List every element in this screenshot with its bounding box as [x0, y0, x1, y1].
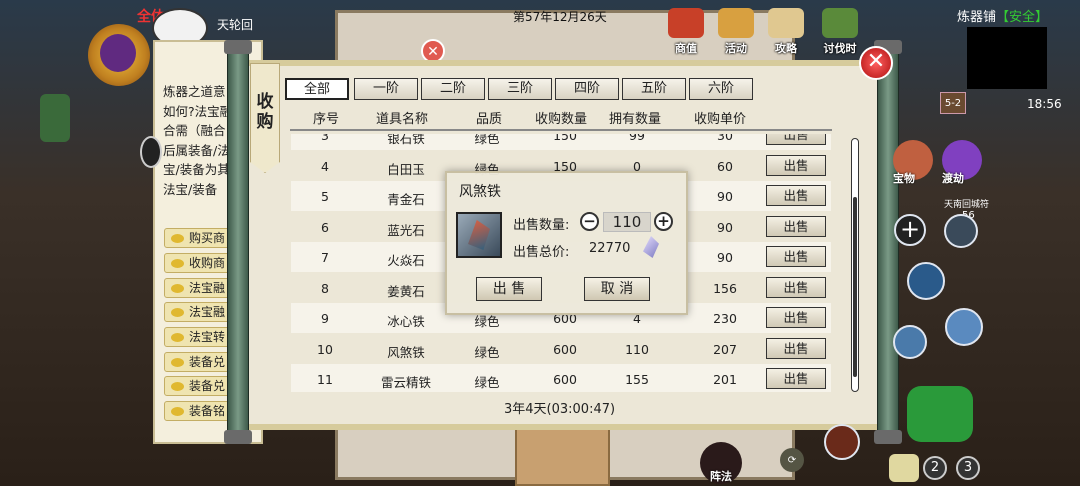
- tab-tier-1[interactable]: 一阶: [354, 78, 418, 100]
- treasure-label: 宝物: [893, 172, 915, 185]
- table-row: 10 风煞铁 绿色 600 110 207 出售: [291, 334, 831, 364]
- quantity-stepper[interactable]: 110: [603, 212, 651, 232]
- dialog-option-button[interactable]: 装备铭: [164, 401, 234, 421]
- tab-tier-4[interactable]: 四阶: [555, 78, 619, 100]
- minimap[interactable]: [967, 27, 1047, 89]
- activity-icon[interactable]: 活动: [712, 8, 760, 56]
- sell-item-name: 风煞铁: [459, 184, 501, 200]
- add-skill-button[interactable]: +: [894, 214, 926, 246]
- scroll-item-icon[interactable]: [889, 454, 919, 482]
- rod-cap: [224, 40, 252, 54]
- map-position: 5-2: [940, 92, 966, 114]
- dialog-option-button[interactable]: 法宝转: [164, 327, 234, 347]
- sell-button[interactable]: 出售: [766, 185, 826, 206]
- tab-tier-3[interactable]: 三阶: [488, 78, 552, 100]
- guide-icon[interactable]: 攻略: [762, 8, 810, 56]
- dialog-option-button[interactable]: 法宝融: [164, 302, 234, 322]
- scroll-rod-left: [227, 46, 249, 436]
- tab-all[interactable]: 全部: [285, 78, 349, 100]
- skill-icon[interactable]: [945, 308, 983, 346]
- confirm-sell-button[interactable]: 出 售: [476, 277, 542, 301]
- column-header: 拥有数量: [609, 112, 662, 127]
- tab-tier-5[interactable]: 五阶: [622, 78, 686, 100]
- close-icon[interactable]: ✕: [859, 46, 893, 80]
- skill-icon[interactable]: [907, 262, 945, 300]
- tab-tier-6[interactable]: 六阶: [689, 78, 753, 100]
- dialog-option-button[interactable]: 装备兑: [164, 352, 234, 372]
- tab-tier-2[interactable]: 二阶: [421, 78, 485, 100]
- sell-button[interactable]: 出售: [766, 216, 826, 237]
- formation-label: 阵法: [710, 470, 732, 483]
- table-row: 11 雷云精铁 绿色 600 155 201 出售: [291, 364, 831, 392]
- skill-slot-3[interactable]: 3: [956, 456, 980, 480]
- rod-cap: [224, 430, 252, 444]
- dialog-option-button[interactable]: 购买商: [164, 228, 234, 248]
- scroll-rod-right: [877, 46, 899, 436]
- shop-banner-label: 收购: [256, 92, 274, 132]
- refresh-timer: 3年4天(03:00:47): [504, 402, 616, 417]
- location-title: 炼器铺【安全】: [957, 10, 1049, 25]
- skill-slot-2[interactable]: 2: [923, 456, 947, 480]
- rod-cap: [874, 430, 902, 444]
- column-header: 道具名称: [376, 112, 429, 127]
- main-attack-icon[interactable]: [907, 386, 973, 442]
- sell-total-value: 22770: [589, 241, 631, 256]
- column-header: 收购单价: [694, 112, 747, 127]
- table-row: 3 银石铁 绿色 150 99 30 出售: [291, 134, 831, 150]
- return-talisman-label: 天南回城符: [944, 200, 990, 210]
- table-scrollbar[interactable]: [851, 138, 859, 392]
- sell-button[interactable]: 出售: [766, 338, 826, 359]
- npc-name: 天轮回: [217, 18, 254, 32]
- minus-button[interactable]: −: [580, 212, 599, 231]
- crusade-icon[interactable]: 讨伐时: [816, 8, 864, 56]
- return-talisman-icon[interactable]: [944, 214, 978, 248]
- safe-status: 【安全】: [996, 10, 1049, 25]
- column-header: 收购数量: [535, 112, 588, 127]
- header-divider: [290, 129, 832, 131]
- sell-total-label: 出售总价:: [513, 245, 570, 260]
- sell-qty-label: 出售数量:: [513, 218, 570, 233]
- npc-dialog-text: 炼器之道意如何?法宝融合需（融合后属装备/法宝/装备为其法宝/装备: [163, 84, 233, 197]
- cancel-button[interactable]: 取 消: [584, 277, 650, 301]
- clock: 18:56: [1027, 97, 1062, 111]
- sell-button[interactable]: 出售: [766, 155, 826, 176]
- side-toggle-icon[interactable]: [140, 136, 162, 168]
- dialog-option-button[interactable]: 收购商: [164, 253, 234, 273]
- player-portrait: [100, 34, 136, 72]
- sell-button[interactable]: 出售: [766, 368, 826, 389]
- sell-button[interactable]: 出售: [766, 277, 826, 298]
- column-header: 序号: [313, 112, 340, 127]
- column-header: 品质: [476, 112, 503, 127]
- tribulation-label: 渡劫: [942, 172, 964, 185]
- fire-skill-icon[interactable]: [824, 424, 860, 460]
- skill-icon[interactable]: [893, 325, 927, 359]
- sell-button[interactable]: 出售: [766, 246, 826, 267]
- item-icon: [456, 212, 502, 258]
- dialog-option-button[interactable]: 法宝融: [164, 278, 234, 298]
- refresh-icon[interactable]: ⟳: [780, 448, 804, 472]
- dialog-option-button[interactable]: 装备兑: [164, 376, 234, 396]
- scrollbar-thumb[interactable]: [853, 197, 857, 377]
- recharge-icon[interactable]: 商值: [662, 8, 710, 56]
- sell-button[interactable]: 出售: [766, 307, 826, 328]
- game-date: 第57年12月26天: [513, 10, 607, 24]
- sell-button[interactable]: 出售: [766, 134, 826, 145]
- background-door: [515, 428, 610, 486]
- side-menu-icon[interactable]: [40, 94, 70, 142]
- plus-button[interactable]: +: [654, 212, 673, 231]
